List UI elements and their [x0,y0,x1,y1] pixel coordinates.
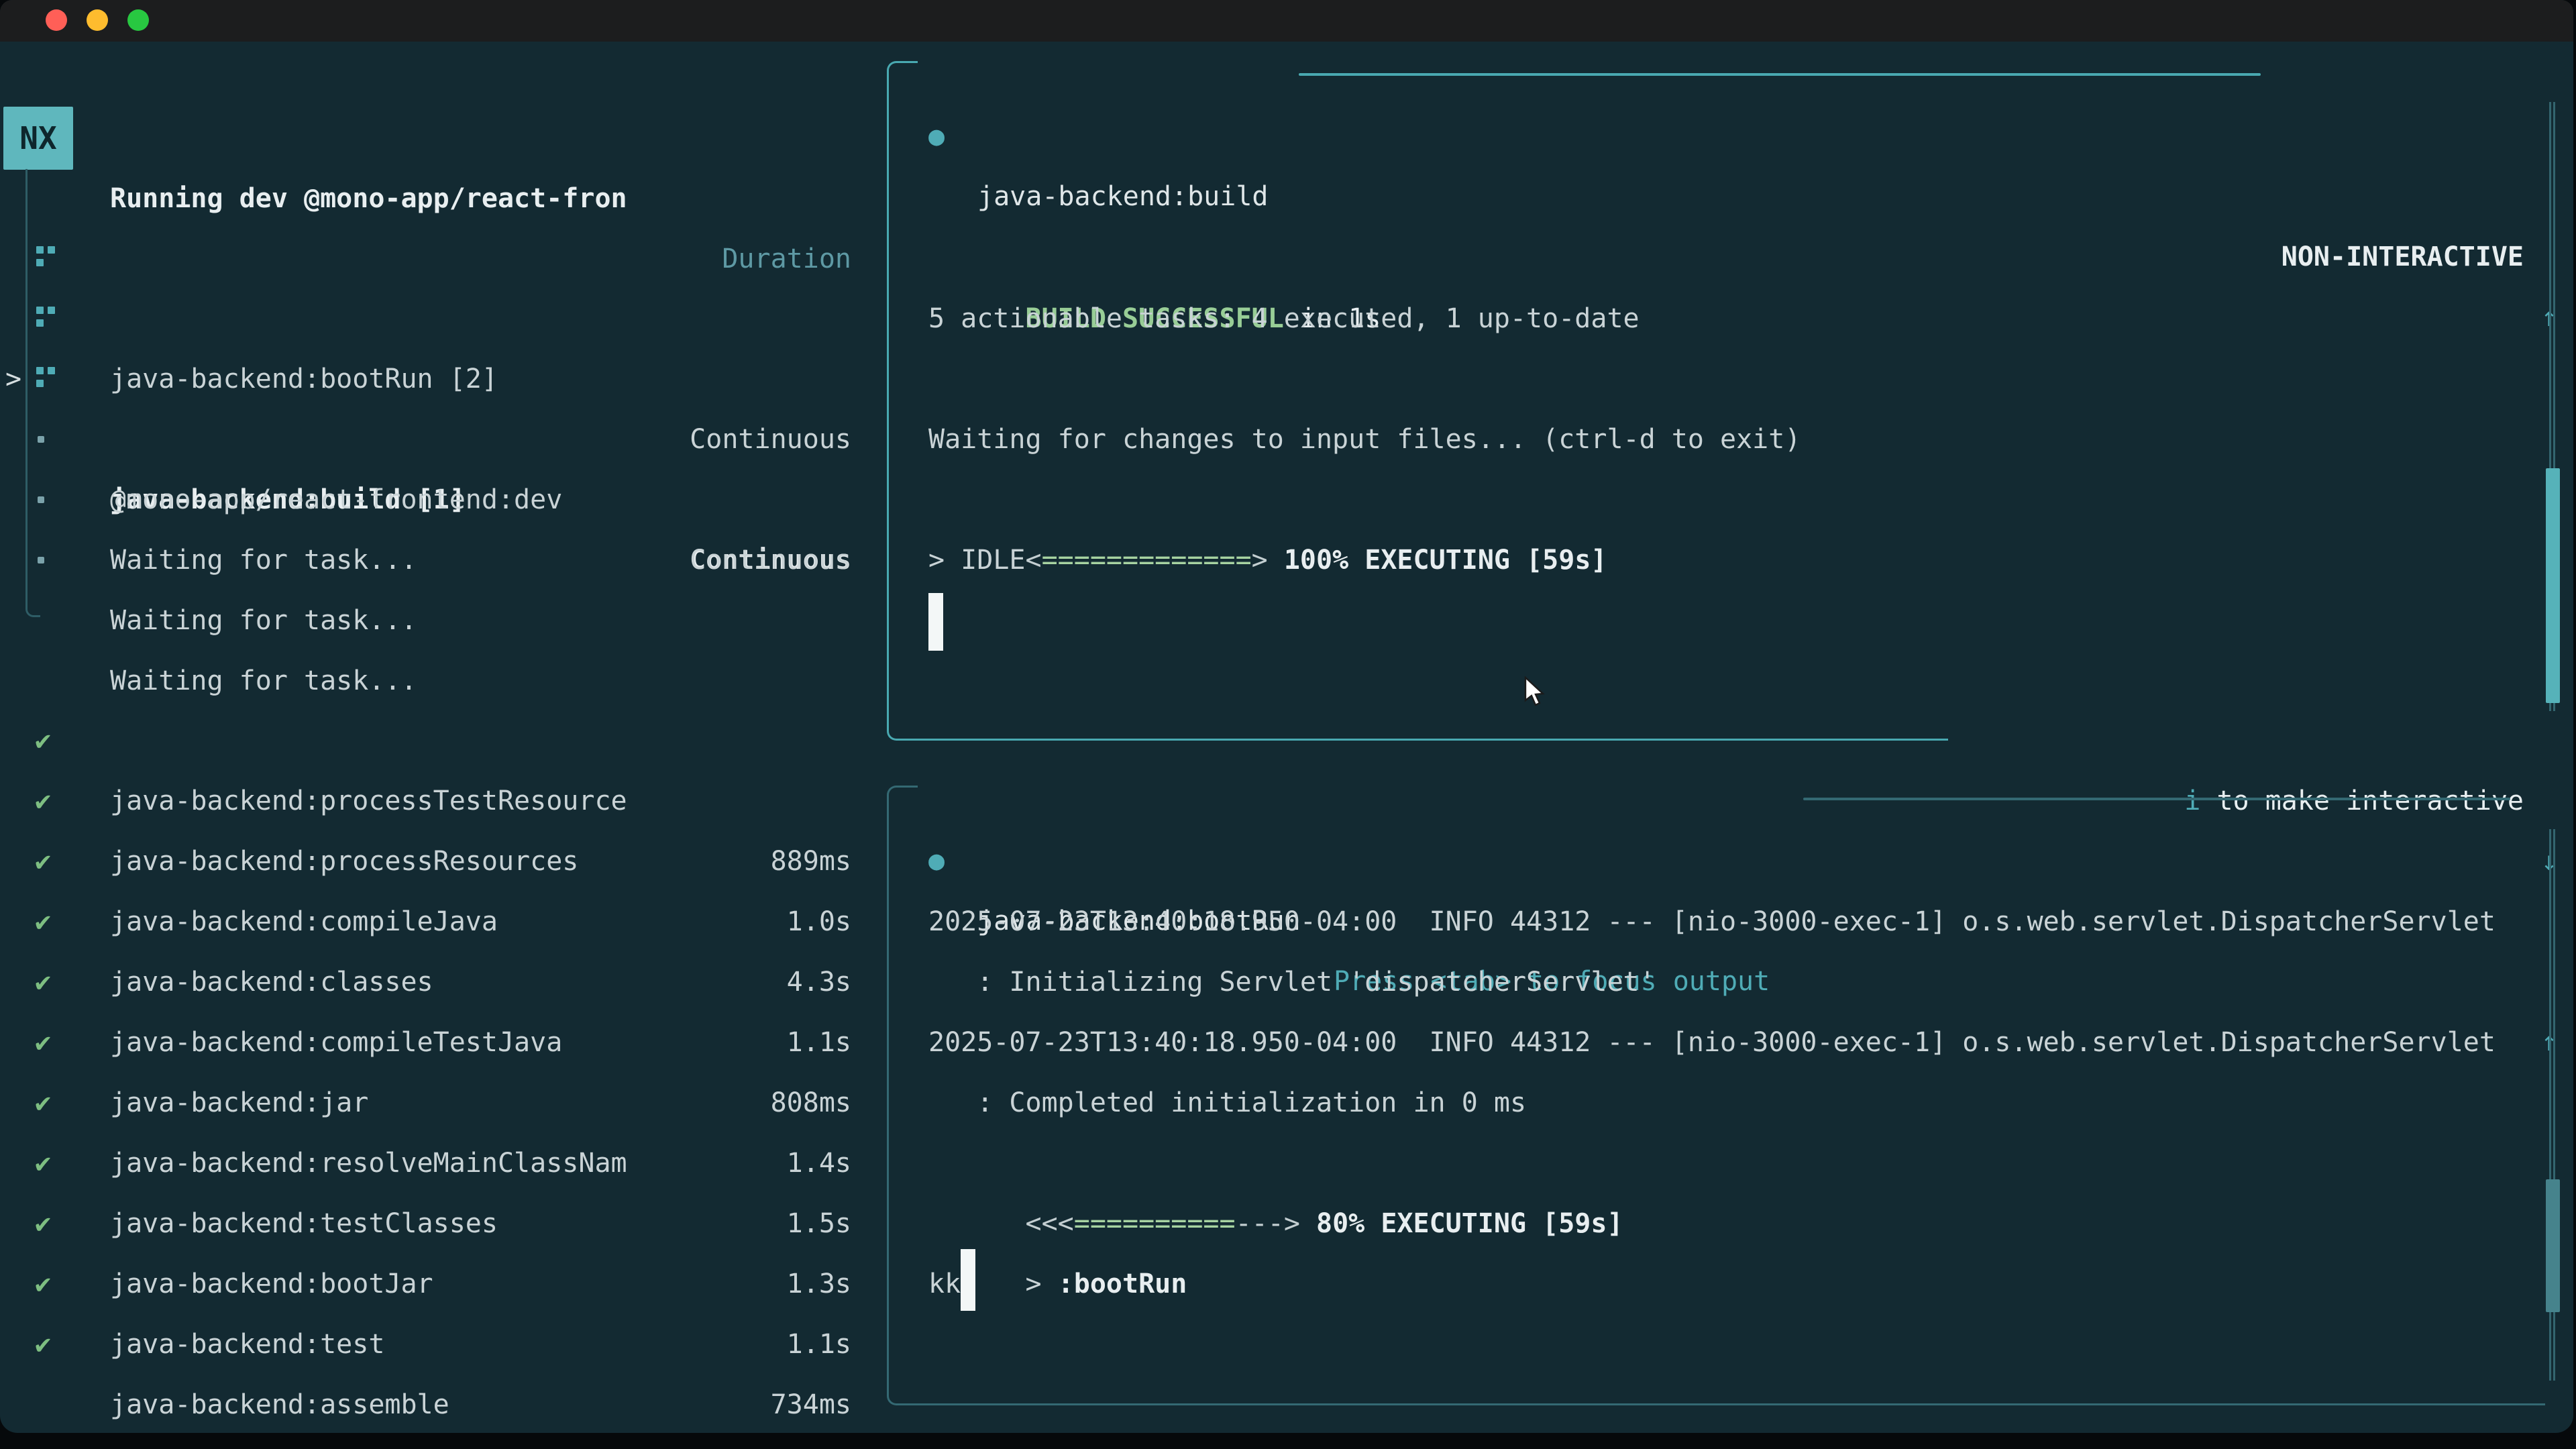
mouse-cursor [1524,676,1547,708]
build-panel-footer: i to make interactive ↓ [0,710,2573,771]
pending-dot-icon [38,496,44,503]
zoom-button[interactable] [127,9,149,31]
task-row[interactable]: @mono-app/react-frontend:dev Continuous [0,349,887,409]
progress-label: 100% EXECUTING [59s] [1268,545,1607,576]
bootrun-panel-header[interactable]: ● java-backend:bootRun Press <tab> to fo… [0,770,2573,830]
progress-bar-remainder: ---> [1236,1208,1300,1239]
close-button[interactable] [46,9,67,31]
task-row-waiting: Waiting for task... [0,409,887,470]
bootrun-progress-line: <<<==========---> 80% EXECUTING [59s] [928,1133,1623,1193]
scrollbar-thumb[interactable] [2546,1179,2560,1312]
task-row-completed[interactable]: ✔ java-backend:resolveMainClassNam 1.5s [0,1012,887,1073]
log-line: : Initializing Servlet 'dispatcherServle… [928,952,1656,1012]
header-rule [1299,73,2261,76]
build-summary-line: 5 actionable tasks: 4 executed, 1 up-to-… [928,288,1640,349]
prompt-prefix: > [1026,1269,1058,1299]
build-panel-header[interactable]: ● java-backend:build NON-INTERACTIVE ↑ [0,46,2573,106]
prompt-command: :bootRun [1058,1269,1187,1299]
build-progress-line: <=============> 100% EXECUTING [59s] [928,470,1607,530]
task-row-selected[interactable]: > java-backend:build [1] Continuous [0,288,887,349]
panel-border-left [887,89,889,713]
gradle-idle-line: > IDLE [928,530,1026,590]
progress-close-bracket: > [1252,545,1268,576]
check-icon: ✔ [27,1314,59,1375]
task-name: Waiting for task... [110,590,417,651]
task-row[interactable]: java-backend:bootRun [2] Continuous [0,228,887,288]
task-row-completed[interactable]: ✔ java-backend:jar 1.4s [0,952,887,1012]
scrollbar-thumb[interactable] [2546,468,2560,703]
task-bullet-icon: ● [928,106,945,166]
task-name: java-backend:test [110,1314,384,1375]
task-duration: 1.1s [787,1314,851,1375]
terminal-window: NX Running dev @mono-app/react-fron Dura… [0,0,2573,1433]
header-rule [1803,798,2510,800]
task-list-title: Running dev @mono-app/react-fron [110,168,627,229]
task-row-completed[interactable]: ✔ java-backend:test 734ms [0,1193,887,1254]
panel-title: java-backend:build [977,166,1268,227]
panel-border-left [887,814,889,1381]
build-waiting-line: Waiting for changes to input files... (c… [928,409,1801,470]
terminal-cursor [961,1249,975,1311]
log-line: : Completed initialization in 0 ms [928,1073,1526,1133]
gradle-prompt-line: > :bootRun [928,1193,1187,1254]
progress-open-bracket: < [1026,545,1042,576]
pending-dot-icon [38,557,44,564]
task-row-completed[interactable]: ✔ java-backend:bootJar 1.1s [0,1133,887,1193]
progress-label: 80% EXECUTING [59s] [1300,1208,1623,1239]
bootrun-panel-footer: ↓ [0,1375,2573,1433]
build-status-line: BUILD SUCCESSFUL in 1s [928,228,1381,288]
task-row-waiting: Waiting for task... [0,470,887,530]
task-list-header: Running dev @mono-app/react-fron Duratio… [0,108,887,168]
minimize-button[interactable] [87,9,108,31]
task-row-completed[interactable]: ✔ java-backend:processTestResource 889ms [0,650,887,710]
task-row-completed[interactable]: ✔ java-backend:testClasses 1.3s [0,1073,887,1133]
task-row-completed[interactable]: ✔ java-backend:classes 1.1s [0,831,887,892]
log-line: 2025-07-23T13:40:18.950-04:00 INFO 44312… [928,1012,2496,1073]
pending-dot-icon [38,436,44,443]
task-bullet-icon: ● [928,830,945,891]
non-interactive-badge: NON-INTERACTIVE [2282,227,2524,287]
log-line: 2025-07-23T13:40:18.950-04:00 INFO 44312… [928,892,2496,952]
task-row-waiting: Waiting for task... [0,530,887,590]
task-row-completed[interactable]: ✔ java-backend:compileTestJava 808ms [0,892,887,952]
terminal-cursor [928,593,943,651]
window-titlebar [0,0,2573,42]
progress-bar-fill: ============= [1042,545,1252,576]
task-row-completed[interactable]: ✔ java-backend:assemble 774ms [0,1254,887,1314]
typed-input-line[interactable]: kk [928,1254,961,1314]
